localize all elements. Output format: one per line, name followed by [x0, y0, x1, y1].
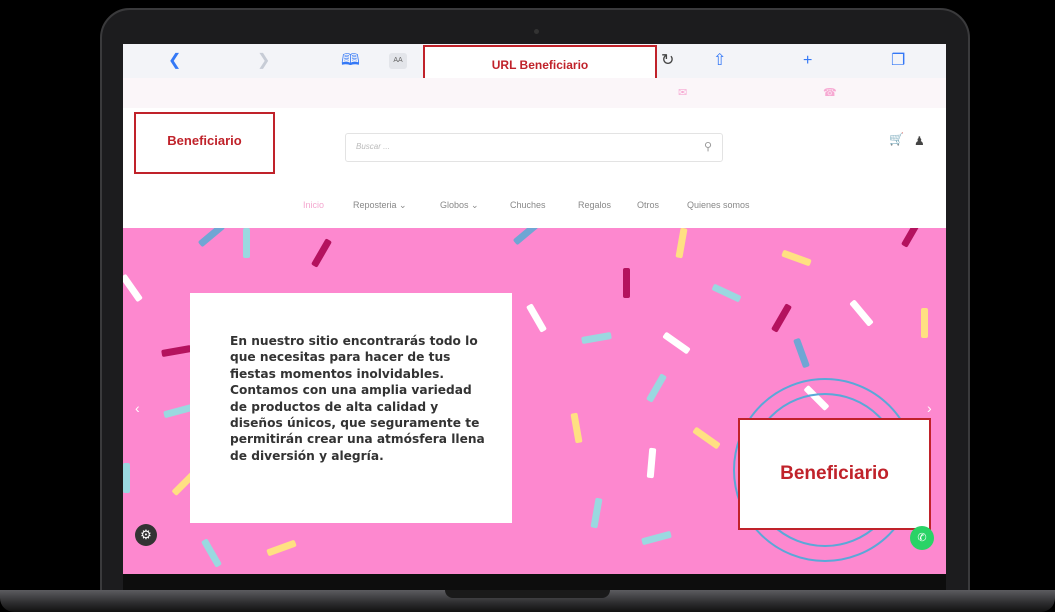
- sprinkle: [581, 331, 612, 345]
- logo[interactable]: Beneficiario: [134, 112, 275, 174]
- nav-item-inicio[interactable]: Inicio: [303, 200, 324, 210]
- beneficiary-label: Beneficiario: [780, 463, 889, 484]
- nav-item-globos[interactable]: Globos ⌄: [440, 200, 479, 211]
- hero-text-card: En nuestro sitio encontrarás todo lo que…: [190, 293, 512, 523]
- main-nav: Inicio Reposteria ⌄ Globos ⌄ Chuches Reg…: [123, 188, 946, 228]
- sprinkle: [781, 249, 812, 267]
- whatsapp-icon[interactable]: ✆: [910, 526, 934, 550]
- nav-item-label: Reposteria: [353, 200, 397, 210]
- sprinkle: [692, 426, 721, 450]
- sprinkle: [646, 447, 657, 479]
- nav-item-otros[interactable]: Otros: [637, 200, 659, 210]
- gear-icon[interactable]: ⚙: [135, 524, 157, 546]
- nav-item-label: Globos: [440, 200, 469, 210]
- camera: [534, 29, 539, 34]
- user-icon[interactable]: ♟: [914, 134, 925, 148]
- site-header: Beneficiario Buscar ... ⚲: [123, 108, 946, 188]
- nav-item-reposteria[interactable]: Reposteria ⌄: [353, 200, 407, 211]
- tabs-icon[interactable]: ❐: [891, 52, 905, 70]
- forward-icon[interactable]: ❯: [257, 52, 270, 70]
- sprinkle: [266, 539, 297, 557]
- sprinkle: [921, 308, 928, 338]
- sprinkle: [675, 228, 688, 259]
- beneficiary-box: Beneficiario: [738, 418, 931, 530]
- bookmarks-icon[interactable]: 🕮: [341, 52, 360, 70]
- logo-label: Beneficiario: [167, 132, 242, 148]
- back-icon[interactable]: ❮: [168, 52, 181, 70]
- hero-text: En nuestro sitio encontrarás todo lo que…: [230, 334, 485, 463]
- sprinkle: [590, 497, 603, 529]
- nav-item-chuches[interactable]: Chuches: [510, 200, 546, 210]
- sprinkle: [711, 283, 742, 303]
- cart-icon[interactable]: 🛒: [889, 132, 904, 146]
- screen: ❮ ❯ 🕮 AA URL Beneficiario ↻ ⇧ + ❐ ✉ ☎ Be…: [123, 44, 946, 574]
- sprinkle: [770, 303, 793, 333]
- sprinkle: [570, 412, 583, 444]
- nav-item-quienes-somos[interactable]: Quienes somos: [687, 200, 750, 210]
- carousel-next-icon[interactable]: ›: [927, 400, 932, 416]
- top-contact-strip: ✉ ☎: [123, 78, 946, 108]
- sprinkle: [900, 228, 923, 248]
- sprinkle: [849, 299, 874, 327]
- sprinkle: [161, 344, 192, 358]
- sprinkle: [623, 268, 630, 298]
- browser-toolbar: ❮ ❯ 🕮 AA URL Beneficiario ↻ ⇧ + ❐: [123, 44, 946, 85]
- sprinkle: [525, 303, 548, 333]
- sprinkle: [512, 228, 541, 246]
- reload-icon[interactable]: ↻: [661, 52, 674, 70]
- search-input[interactable]: Buscar ... ⚲: [345, 133, 723, 162]
- search-placeholder: Buscar ...: [356, 142, 390, 151]
- sprinkle: [645, 373, 668, 403]
- sprinkle: [793, 337, 810, 369]
- sprinkle: [197, 228, 226, 248]
- share-icon[interactable]: ⇧: [713, 52, 726, 70]
- sprinkle: [662, 331, 691, 355]
- reader-button[interactable]: AA: [389, 53, 407, 69]
- sprinkle: [123, 463, 130, 493]
- sprinkle: [123, 273, 143, 303]
- sprinkle: [243, 228, 250, 258]
- phone-icon[interactable]: ☎: [823, 86, 837, 99]
- screen-bezel-bottom: [123, 574, 946, 590]
- nav-item-regalos[interactable]: Regalos: [578, 200, 611, 210]
- laptop-notch: [445, 590, 610, 598]
- search-icon[interactable]: ⚲: [704, 140, 712, 153]
- url-label: URL Beneficiario: [491, 58, 589, 72]
- carousel-prev-icon[interactable]: ‹: [135, 400, 140, 416]
- sprinkle: [310, 238, 333, 268]
- mail-icon[interactable]: ✉: [678, 86, 687, 99]
- plus-icon[interactable]: +: [803, 52, 812, 70]
- sprinkle: [200, 538, 223, 568]
- sprinkle: [641, 530, 672, 546]
